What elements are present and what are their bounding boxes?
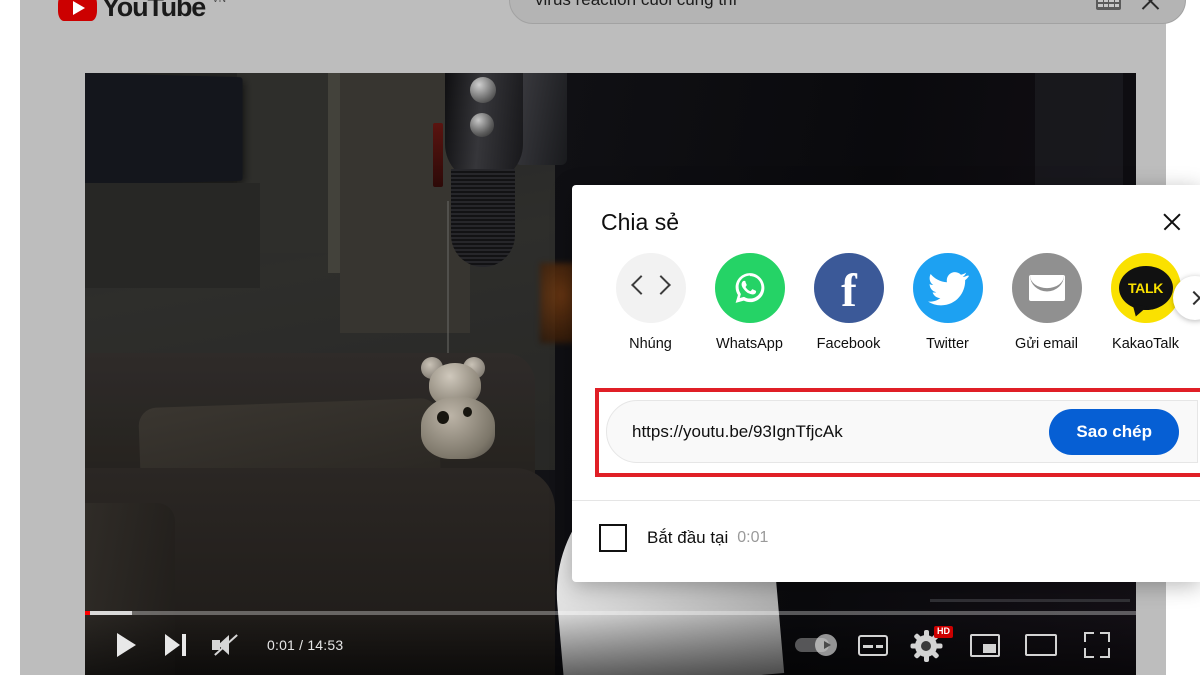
scene-red-object bbox=[433, 123, 443, 187]
search-input[interactable]: virus reaction cuối cùng thì bbox=[535, 0, 737, 10]
miniplayer-icon bbox=[970, 633, 1000, 657]
autoplay-icon bbox=[795, 634, 839, 656]
player-controls: 0:01 / 14:53 HD bbox=[85, 615, 1136, 675]
facebook-icon: f bbox=[813, 253, 884, 323]
youtube-logo-text: YouTube bbox=[102, 0, 206, 22]
left-margin bbox=[0, 0, 20, 675]
share-target-email[interactable]: Gửi email bbox=[997, 253, 1096, 352]
share-target-label: Nhúng bbox=[629, 336, 672, 352]
play-button[interactable] bbox=[103, 622, 149, 668]
close-icon[interactable] bbox=[1137, 0, 1163, 14]
start-at-row[interactable]: Bắt đầu tại 0:01 bbox=[599, 524, 768, 552]
kakaotalk-icon: TALK bbox=[1110, 253, 1181, 323]
scene-tv-stand bbox=[85, 183, 260, 288]
scene-shelf-line bbox=[930, 599, 1130, 602]
next-track-icon bbox=[165, 634, 187, 656]
miniplayer-button[interactable] bbox=[962, 622, 1008, 668]
whatsapp-icon bbox=[714, 253, 785, 323]
settings-button[interactable]: HD bbox=[906, 622, 953, 668]
fullscreen-button[interactable] bbox=[1074, 622, 1120, 668]
share-targets-list: Nhúng WhatsApp f Facebook Twitter Gửi em… bbox=[601, 253, 1195, 352]
share-target-facebook[interactable]: f Facebook bbox=[799, 253, 898, 352]
share-target-twitter[interactable]: Twitter bbox=[898, 253, 997, 352]
share-dialog: Chia sẻ Nhúng WhatsApp f Facebook Twitte… bbox=[572, 185, 1200, 582]
scene-mic-grill bbox=[451, 169, 515, 267]
keyboard-icon[interactable] bbox=[1096, 0, 1121, 10]
twitter-icon bbox=[912, 253, 983, 323]
chevron-right-icon bbox=[1186, 290, 1200, 306]
theater-mode-icon bbox=[1025, 634, 1057, 656]
subtitles-button[interactable] bbox=[850, 622, 896, 668]
next-video-button[interactable] bbox=[153, 622, 199, 668]
search-box[interactable]: virus reaction cuối cùng thì bbox=[509, 0, 1186, 24]
youtube-logo[interactable]: YouTube VN bbox=[58, 0, 226, 23]
quality-badge: HD bbox=[934, 626, 953, 638]
scene-mic-knob-bottom bbox=[470, 113, 494, 137]
email-icon bbox=[1011, 253, 1082, 323]
share-target-label: WhatsApp bbox=[716, 336, 783, 352]
player-controls-left: 0:01 / 14:53 bbox=[85, 622, 343, 668]
theater-mode-button[interactable] bbox=[1018, 622, 1064, 668]
scene-tv bbox=[85, 73, 243, 186]
share-target-label: Twitter bbox=[926, 336, 969, 352]
fullscreen-icon bbox=[1084, 632, 1110, 658]
kakaotalk-badge-text: TALK bbox=[1127, 280, 1164, 296]
share-target-embed[interactable]: Nhúng bbox=[601, 253, 700, 352]
scene-mic-knob-top bbox=[470, 77, 496, 103]
screenshot-root: YouTube VN virus reaction cuối cùng thì bbox=[0, 0, 1200, 675]
share-target-label: Gửi email bbox=[1015, 336, 1078, 352]
url-annotation-highlight bbox=[595, 388, 1200, 477]
youtube-play-icon bbox=[58, 0, 97, 21]
start-at-label: Bắt đầu tại bbox=[647, 528, 729, 547]
gear-icon: HD bbox=[910, 626, 953, 663]
autoplay-toggle[interactable] bbox=[794, 622, 840, 668]
search-actions bbox=[1096, 0, 1163, 25]
play-icon bbox=[116, 633, 136, 657]
share-dialog-title: Chia sẻ bbox=[601, 209, 679, 235]
youtube-country-code: VN bbox=[212, 0, 226, 5]
embed-code-icon bbox=[615, 253, 686, 323]
share-target-label: KakaoTalk bbox=[1112, 336, 1179, 352]
close-icon[interactable] bbox=[1159, 209, 1185, 235]
share-target-whatsapp[interactable]: WhatsApp bbox=[700, 253, 799, 352]
subtitles-icon bbox=[858, 634, 888, 656]
volume-muted-icon bbox=[212, 633, 240, 657]
scene-plush-toy bbox=[415, 357, 505, 461]
youtube-masthead: YouTube VN virus reaction cuối cùng thì bbox=[20, 0, 1186, 31]
time-display: 0:01 / 14:53 bbox=[267, 637, 344, 653]
start-at-checkbox[interactable] bbox=[599, 524, 627, 552]
dialog-divider bbox=[572, 500, 1200, 501]
share-target-label: Facebook bbox=[816, 336, 881, 352]
player-controls-right: HD bbox=[794, 622, 1136, 668]
mute-button[interactable] bbox=[203, 622, 249, 668]
start-at-time[interactable]: 0:01 bbox=[737, 529, 768, 547]
